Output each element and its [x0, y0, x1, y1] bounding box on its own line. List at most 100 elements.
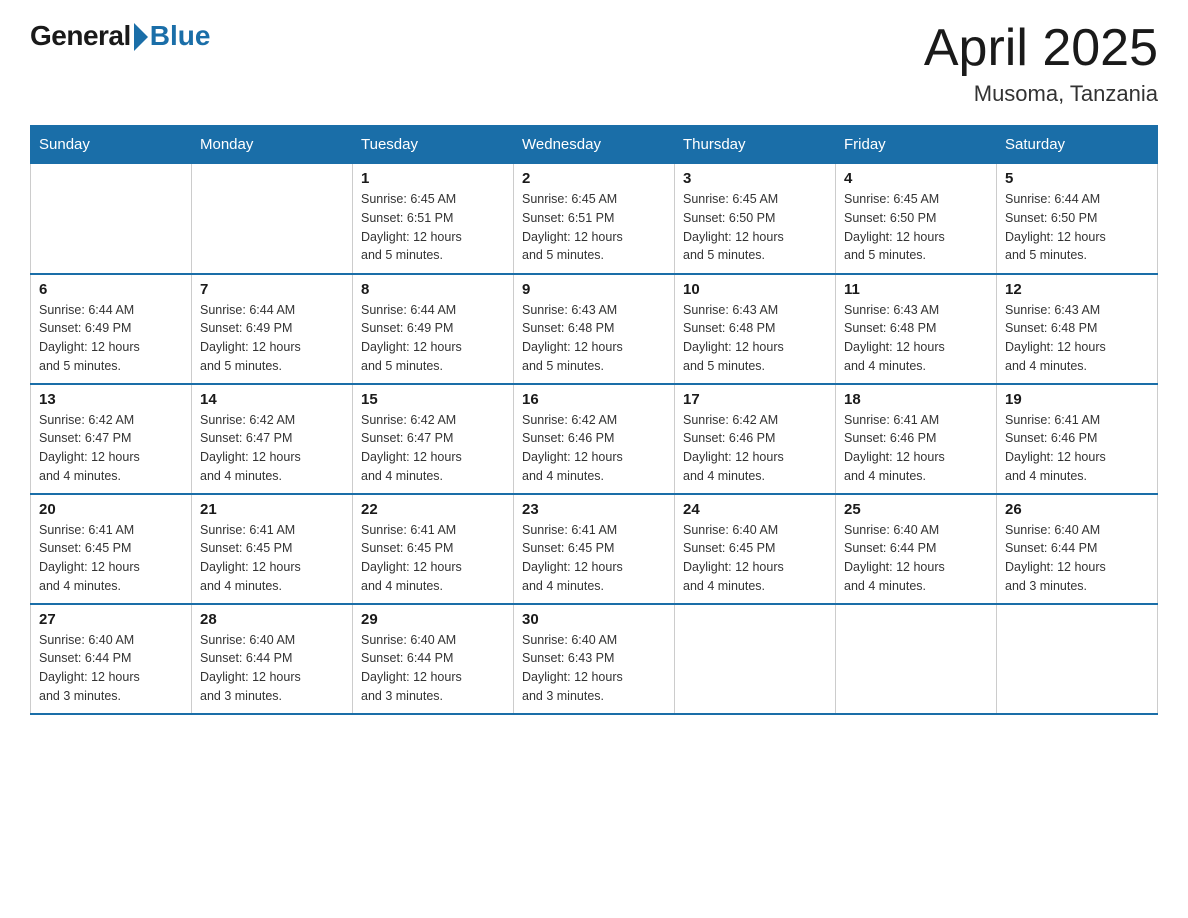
- day-number: 19: [1005, 391, 1149, 408]
- day-number: 15: [361, 391, 505, 408]
- day-number: 16: [522, 391, 666, 408]
- day-number: 11: [844, 281, 988, 298]
- day-number: 6: [39, 281, 183, 298]
- calendar-cell: [675, 604, 836, 714]
- calendar-cell: 10 Sunrise: 6:43 AM Sunset: 6:48 PM Dayli…: [675, 274, 836, 384]
- calendar-cell: 21 Sunrise: 6:41 AM Sunset: 6:45 PM Dayli…: [192, 494, 353, 604]
- calendar-cell: 1Sunrise: 6:45 AM Sunset: 6:51 PM Daylig…: [353, 164, 514, 274]
- day-info: Sunrise: 6:45 AM Sunset: 6:50 PM Dayligh…: [683, 190, 827, 265]
- day-info: Sunrise: 6:42 AM Sunset: 6:47 PM Dayligh…: [200, 411, 344, 486]
- page-header: General Blue April 2025 Musoma, Tanzania: [30, 20, 1158, 107]
- calendar-cell: 25Sunrise: 6:40 AM Sunset: 6:44 PM Dayli…: [836, 494, 997, 604]
- day-info: Sunrise: 6:44 AM Sunset: 6:50 PM Dayligh…: [1005, 190, 1149, 265]
- day-info: Sunrise: 6:42 AM Sunset: 6:46 PM Dayligh…: [683, 411, 827, 486]
- logo-blue-text: Blue: [150, 20, 211, 52]
- day-number: 7: [200, 281, 344, 298]
- calendar-cell: 16 Sunrise: 6:42 AM Sunset: 6:46 PM Dayli…: [514, 384, 675, 494]
- header-tuesday: Tuesday: [353, 126, 514, 164]
- day-info: Sunrise: 6:41 AM Sunset: 6:45 PM Dayligh…: [39, 521, 183, 596]
- calendar-cell: 24Sunrise: 6:40 AM Sunset: 6:45 PM Dayli…: [675, 494, 836, 604]
- logo: General Blue: [30, 20, 210, 52]
- title-section: April 2025 Musoma, Tanzania: [924, 20, 1158, 107]
- day-number: 21: [200, 501, 344, 518]
- day-info: Sunrise: 6:44 AM Sunset: 6:49 PM Dayligh…: [200, 301, 344, 376]
- day-number: 10: [683, 281, 827, 298]
- page-title: April 2025: [924, 20, 1158, 77]
- page-subtitle: Musoma, Tanzania: [924, 81, 1158, 107]
- calendar-table: SundayMondayTuesdayWednesdayThursdayFrid…: [30, 125, 1158, 715]
- header-saturday: Saturday: [997, 126, 1158, 164]
- calendar-cell: 12 Sunrise: 6:43 AM Sunset: 6:48 PM Dayli…: [997, 274, 1158, 384]
- calendar-cell: 15 Sunrise: 6:42 AM Sunset: 6:47 PM Dayli…: [353, 384, 514, 494]
- day-info: Sunrise: 6:40 AM Sunset: 6:44 PM Dayligh…: [361, 631, 505, 706]
- day-info: Sunrise: 6:43 AM Sunset: 6:48 PM Dayligh…: [522, 301, 666, 376]
- header-wednesday: Wednesday: [514, 126, 675, 164]
- day-info: Sunrise: 6:43 AM Sunset: 6:48 PM Dayligh…: [683, 301, 827, 376]
- calendar-cell: 17 Sunrise: 6:42 AM Sunset: 6:46 PM Dayli…: [675, 384, 836, 494]
- day-number: 17: [683, 391, 827, 408]
- calendar-cell: 7 Sunrise: 6:44 AM Sunset: 6:49 PM Daylig…: [192, 274, 353, 384]
- day-info: Sunrise: 6:42 AM Sunset: 6:47 PM Dayligh…: [361, 411, 505, 486]
- day-number: 25: [844, 501, 988, 518]
- day-number: 29: [361, 611, 505, 628]
- calendar-cell: 22Sunrise: 6:41 AM Sunset: 6:45 PM Dayli…: [353, 494, 514, 604]
- day-number: 8: [361, 281, 505, 298]
- header-friday: Friday: [836, 126, 997, 164]
- calendar-cell: 4Sunrise: 6:45 AM Sunset: 6:50 PM Daylig…: [836, 164, 997, 274]
- day-number: 24: [683, 501, 827, 518]
- day-number: 27: [39, 611, 183, 628]
- day-info: Sunrise: 6:40 AM Sunset: 6:44 PM Dayligh…: [1005, 521, 1149, 596]
- calendar-cell: 8 Sunrise: 6:44 AM Sunset: 6:49 PM Daylig…: [353, 274, 514, 384]
- calendar-cell: 3 Sunrise: 6:45 AM Sunset: 6:50 PM Daylig…: [675, 164, 836, 274]
- day-number: 9: [522, 281, 666, 298]
- day-info: Sunrise: 6:41 AM Sunset: 6:46 PM Dayligh…: [1005, 411, 1149, 486]
- day-number: 4: [844, 170, 988, 187]
- day-number: 5: [1005, 170, 1149, 187]
- calendar-cell: 13Sunrise: 6:42 AM Sunset: 6:47 PM Dayli…: [31, 384, 192, 494]
- day-number: 3: [683, 170, 827, 187]
- day-info: Sunrise: 6:41 AM Sunset: 6:45 PM Dayligh…: [522, 521, 666, 596]
- day-number: 12: [1005, 281, 1149, 298]
- calendar-cell: [31, 164, 192, 274]
- calendar-cell: 6 Sunrise: 6:44 AM Sunset: 6:49 PM Daylig…: [31, 274, 192, 384]
- header-thursday: Thursday: [675, 126, 836, 164]
- calendar-header-row: SundayMondayTuesdayWednesdayThursdayFrid…: [31, 126, 1158, 164]
- calendar-week-row: 13Sunrise: 6:42 AM Sunset: 6:47 PM Dayli…: [31, 384, 1158, 494]
- day-info: Sunrise: 6:41 AM Sunset: 6:46 PM Dayligh…: [844, 411, 988, 486]
- calendar-cell: 26 Sunrise: 6:40 AM Sunset: 6:44 PM Dayli…: [997, 494, 1158, 604]
- day-info: Sunrise: 6:43 AM Sunset: 6:48 PM Dayligh…: [1005, 301, 1149, 376]
- day-number: 1: [361, 170, 505, 187]
- day-info: Sunrise: 6:44 AM Sunset: 6:49 PM Dayligh…: [39, 301, 183, 376]
- day-info: Sunrise: 6:40 AM Sunset: 6:44 PM Dayligh…: [200, 631, 344, 706]
- logo-triangle-icon: [134, 23, 148, 51]
- day-number: 28: [200, 611, 344, 628]
- day-info: Sunrise: 6:42 AM Sunset: 6:46 PM Dayligh…: [522, 411, 666, 486]
- calendar-cell: [192, 164, 353, 274]
- calendar-week-row: 27 Sunrise: 6:40 AM Sunset: 6:44 PM Dayli…: [31, 604, 1158, 714]
- day-info: Sunrise: 6:40 AM Sunset: 6:43 PM Dayligh…: [522, 631, 666, 706]
- calendar-cell: 11 Sunrise: 6:43 AM Sunset: 6:48 PM Dayli…: [836, 274, 997, 384]
- calendar-week-row: 1 Sunrise: 6:45 AM Sunset: 6:51 PM Daylig…: [31, 164, 1158, 274]
- calendar-cell: 14 Sunrise: 6:42 AM Sunset: 6:47 PM Dayli…: [192, 384, 353, 494]
- calendar-cell: 23Sunrise: 6:41 AM Sunset: 6:45 PM Dayli…: [514, 494, 675, 604]
- day-info: Sunrise: 6:42 AM Sunset: 6:47 PM Dayligh…: [39, 411, 183, 486]
- calendar-week-row: 6 Sunrise: 6:44 AM Sunset: 6:49 PM Daylig…: [31, 274, 1158, 384]
- calendar-cell: 27Sunrise: 6:40 AM Sunset: 6:44 PM Dayli…: [31, 604, 192, 714]
- calendar-cell: 19 Sunrise: 6:41 AM Sunset: 6:46 PM Dayli…: [997, 384, 1158, 494]
- day-number: 2: [522, 170, 666, 187]
- calendar-cell: [836, 604, 997, 714]
- calendar-cell: 5 Sunrise: 6:44 AM Sunset: 6:50 PM Daylig…: [997, 164, 1158, 274]
- day-info: Sunrise: 6:41 AM Sunset: 6:45 PM Dayligh…: [361, 521, 505, 596]
- day-info: Sunrise: 6:43 AM Sunset: 6:48 PM Dayligh…: [844, 301, 988, 376]
- day-number: 20: [39, 501, 183, 518]
- day-number: 14: [200, 391, 344, 408]
- calendar-cell: 18Sunrise: 6:41 AM Sunset: 6:46 PM Dayli…: [836, 384, 997, 494]
- calendar-week-row: 20 Sunrise: 6:41 AM Sunset: 6:45 PM Dayli…: [31, 494, 1158, 604]
- day-info: Sunrise: 6:41 AM Sunset: 6:45 PM Dayligh…: [200, 521, 344, 596]
- day-info: Sunrise: 6:44 AM Sunset: 6:49 PM Dayligh…: [361, 301, 505, 376]
- calendar-cell: [997, 604, 1158, 714]
- calendar-cell: 20 Sunrise: 6:41 AM Sunset: 6:45 PM Dayli…: [31, 494, 192, 604]
- day-info: Sunrise: 6:45 AM Sunset: 6:51 PM Dayligh…: [522, 190, 666, 265]
- calendar-cell: 29 Sunrise: 6:40 AM Sunset: 6:44 PM Dayli…: [353, 604, 514, 714]
- day-number: 26: [1005, 501, 1149, 518]
